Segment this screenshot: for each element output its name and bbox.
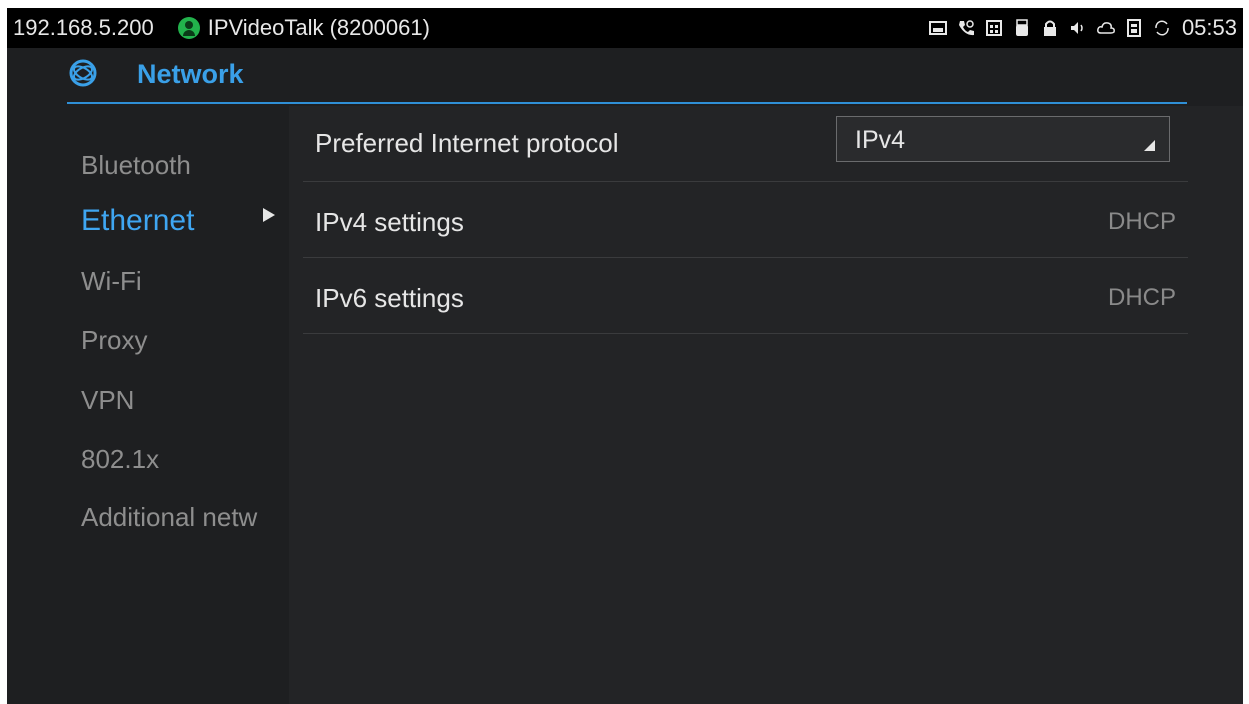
settings-panel: Preferred Internet protocol IPv4 IPv4 se…: [289, 106, 1243, 704]
screen: 192.168.5.200 IPVideoTalk (8200061) 05:5…: [7, 8, 1243, 704]
calendar-icon: [984, 18, 1004, 38]
sidebar-item-additional-network[interactable]: Additional netw: [81, 502, 289, 533]
sidebar-item-8021x[interactable]: 802.1x: [81, 444, 289, 475]
sim-icon: [1124, 18, 1144, 38]
ipv4-settings-label: IPv4 settings: [315, 207, 464, 237]
sidebar-item-proxy[interactable]: Proxy: [81, 325, 289, 356]
ip-address: 192.168.5.200: [13, 15, 154, 40]
clock: 05:53: [1181, 15, 1237, 40]
ipv6-settings-value: DHCP: [1107, 284, 1176, 311]
preferred-protocol-select[interactable]: IPv4: [836, 116, 1170, 162]
preferred-protocol-label: Preferred Internet protocol: [315, 128, 619, 158]
preferred-protocol-value: IPv4: [855, 126, 906, 154]
sidebar-item-bluetooth[interactable]: Bluetooth: [81, 150, 289, 181]
header-divider: [67, 102, 1187, 104]
account-label: IPVideoTalk (8200061): [207, 15, 430, 40]
ipv4-settings-row[interactable]: IPv4 settings DHCP: [303, 182, 1188, 258]
ipv6-settings-row[interactable]: IPv6 settings DHCP: [303, 258, 1188, 334]
volume-icon: [1068, 18, 1088, 38]
usb-icon: [1012, 18, 1032, 38]
sidebar-item-ethernet[interactable]: Ethernet: [81, 204, 289, 238]
page-header: Network: [7, 48, 1243, 106]
network-icon: [69, 59, 97, 87]
phone-icon: [956, 18, 976, 38]
sidebar-item-vpn[interactable]: VPN: [81, 385, 289, 416]
ipv4-settings-value: DHCP: [1107, 208, 1176, 235]
ipv6-settings-label: IPv6 settings: [315, 283, 464, 313]
active-item-arrow-icon: [263, 208, 275, 222]
cloud-icon: [1096, 18, 1116, 38]
sync-icon: [1152, 18, 1172, 38]
dropdown-arrow-icon: [1144, 140, 1155, 151]
preferred-protocol-row: Preferred Internet protocol IPv4: [303, 106, 1188, 182]
sidebar-item-wifi[interactable]: Wi-Fi: [81, 266, 289, 297]
page-title: Network: [137, 59, 244, 89]
status-bar: 192.168.5.200 IPVideoTalk (8200061) 05:5…: [7, 8, 1243, 48]
account-indicator[interactable]: IPVideoTalk (8200061): [177, 15, 430, 41]
image-icon: [928, 18, 948, 38]
sidebar: Bluetooth Ethernet Wi-Fi Proxy VPN 802.1…: [7, 106, 289, 704]
lock-icon: [1040, 18, 1060, 38]
user-circle-icon: [177, 17, 200, 39]
status-icons: 05:53: [928, 15, 1237, 41]
